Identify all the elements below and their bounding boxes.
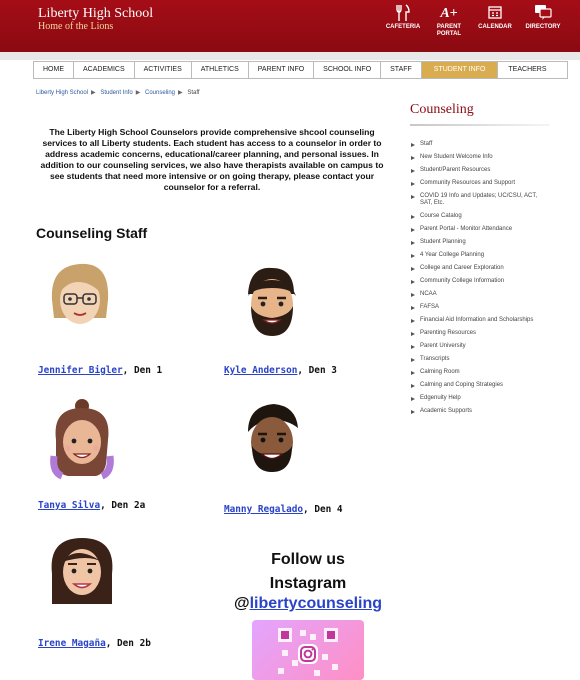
staff-name-link[interactable]: Irene Magaña [38, 638, 106, 649]
sidebar-item-student-parent-resources[interactable]: Student/Parent Resources [398, 164, 566, 177]
sidebar-item-course-catalog[interactable]: Course Catalog [398, 210, 566, 223]
sidebar-item-transcripts[interactable]: Transcripts [398, 353, 566, 366]
nav-activities[interactable]: ACTIVITIES [135, 62, 192, 78]
parent-portal-label: PARENT PORTAL [436, 24, 462, 37]
directory-label: DIRECTORY [525, 24, 561, 30]
instagram-link[interactable]: libertycounseling [250, 595, 382, 612]
instagram-qr-code[interactable] [252, 620, 364, 680]
avatar-tanya-silva [50, 399, 114, 480]
site-header: Liberty High School Home of the Lions CA… [0, 0, 580, 52]
sidebar-item-financial-aid[interactable]: Financial Aid Information and Scholarshi… [398, 314, 566, 327]
avatar-jennifer-bigler [51, 263, 109, 324]
sidebar-divider [410, 124, 550, 126]
calendar-icon [472, 4, 518, 24]
instagram-handle: @libertycounseling [224, 594, 392, 614]
staff-name-link[interactable]: Kyle Anderson [224, 365, 297, 376]
sidebar-item-calming-coping[interactable]: Calming and Coping Strategies [398, 379, 566, 392]
staff-label: Irene Magaña, Den 2b [38, 638, 151, 649]
parent-portal-link[interactable]: A+ PARENT PORTAL [426, 4, 472, 38]
nav-teachers[interactable]: TEACHERS [498, 62, 566, 78]
counseling-sidebar: Counseling Staff New Student Welcome Inf… [398, 92, 566, 418]
instagram-heading: Instagram [269, 575, 347, 592]
avatar-manny-regalado [248, 404, 298, 472]
sidebar-item-parent-university[interactable]: Parent University [398, 340, 566, 353]
staff-label: Manny Regalado, Den 4 [224, 504, 343, 515]
school-tagline: Home of the Lions [38, 21, 114, 32]
calendar-label: CALENDAR [478, 24, 512, 30]
staff-den: , Den 3 [297, 365, 337, 376]
staff-name-link[interactable]: Jennifer Bigler [38, 365, 123, 376]
main-nav: HOME ACADEMICS ACTIVITIES ATHLETICS PARE… [33, 61, 568, 79]
staff-name-link[interactable]: Tanya Silva [38, 500, 100, 511]
follow-heading: Follow us [271, 551, 345, 568]
staff-den: , Den 1 [122, 365, 163, 376]
avatar-kyle-anderson [248, 267, 296, 336]
breadcrumb-separator-icon: ▶ [178, 90, 183, 96]
header-strip [0, 52, 580, 60]
sidebar-item-college-career[interactable]: College and Career Exploration [398, 262, 566, 275]
staff-name-link[interactable]: Manny Regalado [224, 504, 303, 515]
nav-staff[interactable]: STAFF [381, 62, 422, 78]
sidebar-item-4-year-college[interactable]: 4 Year College Planning [398, 249, 566, 262]
school-name: Liberty High School [38, 6, 154, 21]
sidebar-item-ncaa[interactable]: NCAA [398, 288, 566, 301]
breadcrumb-student-info[interactable]: Student Info [100, 90, 132, 96]
chat-icon [520, 4, 566, 24]
staff-den: , Den 2b [105, 638, 151, 649]
nav-academics[interactable]: ACADEMICS [74, 62, 135, 78]
sidebar-title: Counseling [410, 102, 474, 117]
breadcrumb: Liberty High School ▶ Student Info ▶ Couns… [36, 89, 200, 96]
nav-home[interactable]: HOME [34, 62, 74, 78]
sidebar-item-parent-portal[interactable]: Parent Portal - Monitor Attendance [398, 223, 566, 236]
instagram-icon [298, 644, 318, 664]
nav-athletics[interactable]: ATHLETICS [192, 62, 249, 78]
sidebar-item-staff[interactable]: Staff [398, 138, 566, 151]
sidebar-item-academic-supports[interactable]: Academic Supports [398, 405, 566, 418]
staff-label: Tanya Silva, Den 2a [38, 500, 145, 511]
nav-school-info[interactable]: SCHOOL INFO [314, 62, 382, 78]
sidebar-menu: Staff New Student Welcome Info Student/P… [398, 138, 566, 418]
a-plus-icon: A+ [440, 6, 458, 21]
section-title: Counseling Staff [36, 225, 148, 241]
staff-den: , Den 2a [100, 500, 146, 511]
intro-paragraph: The Liberty High School Counselors provi… [40, 127, 384, 192]
sidebar-item-community-college[interactable]: Community College Information [398, 275, 566, 288]
nav-student-info[interactable]: STUDENT INFO [421, 62, 499, 78]
cafeteria-link[interactable]: CAFETERIA [380, 4, 426, 31]
breadcrumb-separator-icon: ▶ [91, 90, 96, 96]
sidebar-item-calming-room[interactable]: Calming Room [398, 366, 566, 379]
sidebar-item-community-resources[interactable]: Community Resources and Support [398, 177, 566, 190]
sidebar-item-parenting-resources[interactable]: Parenting Resources [398, 327, 566, 340]
staff-den: , Den 4 [303, 504, 343, 515]
staff-label: Jennifer Bigler, Den 1 [38, 365, 162, 376]
sidebar-item-new-student-welcome[interactable]: New Student Welcome Info [398, 151, 566, 164]
cafeteria-label: CAFETERIA [385, 24, 421, 30]
school-logo[interactable]: Liberty High School Home of the Lions [38, 6, 153, 32]
directory-link[interactable]: DIRECTORY [520, 4, 566, 31]
avatar-irene-magana [51, 538, 113, 604]
staff-label: Kyle Anderson, Den 3 [224, 365, 337, 376]
at-sign: @ [233, 595, 250, 612]
breadcrumb-home[interactable]: Liberty High School [36, 90, 88, 96]
breadcrumb-counseling[interactable]: Counseling [145, 90, 175, 96]
sidebar-item-covid-info[interactable]: COVID 19 Info and Updates; UC/CSU, ACT, … [398, 190, 566, 210]
fork-knife-icon [380, 4, 426, 24]
breadcrumb-staff: Staff [187, 90, 200, 96]
breadcrumb-separator-icon: ▶ [135, 90, 141, 96]
sidebar-item-edgenuity-help[interactable]: Edgenuity Help [398, 392, 566, 405]
sidebar-item-student-planning[interactable]: Student Planning [398, 236, 566, 249]
sidebar-item-fafsa[interactable]: FAFSA [398, 301, 566, 314]
nav-parent-info[interactable]: PARENT INFO [249, 62, 315, 78]
follow-block: Follow us Instagram @libertycounseling [224, 550, 392, 614]
calendar-link[interactable]: CALENDAR [472, 4, 518, 31]
